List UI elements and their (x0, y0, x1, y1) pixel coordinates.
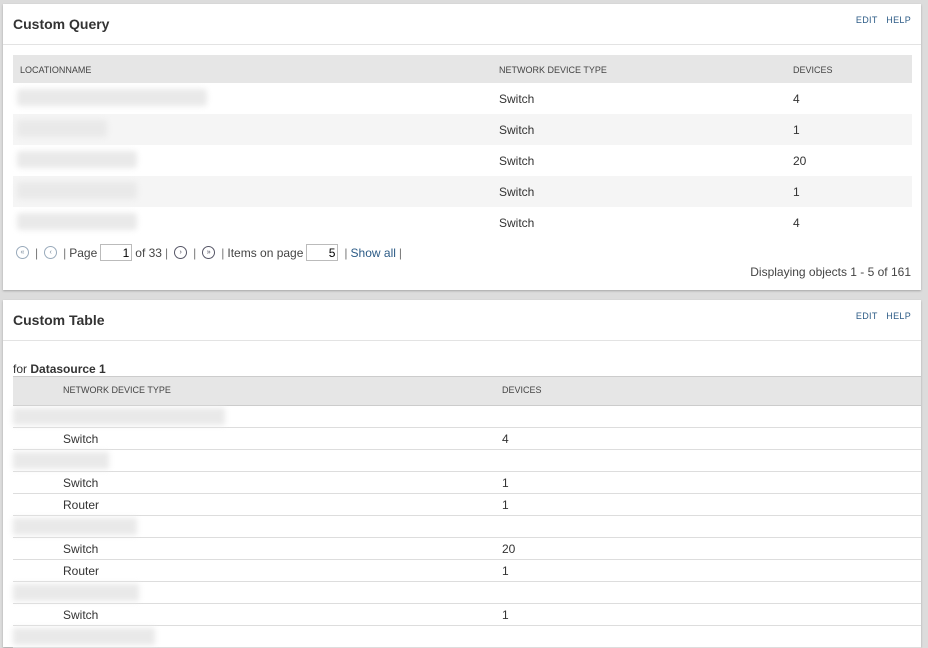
pager-separator: | (344, 245, 348, 260)
cell-device-type: Switch (499, 154, 535, 168)
cell-device-type: Router (63, 498, 100, 512)
for-label: for (13, 362, 28, 376)
column-header-network-device-type[interactable]: NETWORK DEVICE TYPE (63, 385, 171, 395)
custom-table: NETWORK DEVICE TYPE DEVICES Switch 4 Swi… (13, 376, 921, 648)
edit-link[interactable]: EDIT (856, 15, 878, 25)
redacted-location (17, 120, 107, 137)
panel-title: Custom Query (13, 16, 110, 32)
prev-page-icon[interactable]: ‹ (44, 246, 58, 259)
cell-devices: 1 (502, 608, 509, 622)
table-header: NETWORK DEVICE TYPE DEVICES (13, 376, 921, 406)
first-page-icon[interactable]: « (16, 246, 29, 259)
panel-links: EDIT HELP (850, 311, 911, 321)
group-row (13, 582, 921, 604)
cell-devices: 1 (793, 185, 800, 199)
cell-device-type: Router (63, 564, 100, 578)
table-header: LOCATIONNAME NETWORK DEVICE TYPE DEVICES (13, 55, 912, 83)
cell-device-type: Switch (63, 542, 99, 556)
redacted-location (13, 452, 109, 469)
pager-separator: | (63, 245, 67, 260)
redacted-location (13, 518, 137, 535)
items-on-page-label: Items on page (227, 245, 304, 260)
table-row: Switch 1 (13, 176, 912, 207)
group-row (13, 406, 921, 428)
column-header-locationname[interactable]: LOCATIONNAME (20, 65, 91, 75)
cell-devices: 4 (793, 92, 800, 106)
cell-devices: 1 (502, 498, 509, 512)
items-per-page-input[interactable] (306, 244, 339, 261)
cell-device-type: Switch (499, 123, 535, 137)
redacted-location (17, 213, 137, 230)
table-row: Switch 4 (13, 428, 921, 450)
table-row: Switch 20 (13, 145, 912, 176)
cell-devices: 1 (502, 476, 509, 490)
redacted-location (13, 584, 139, 601)
pager-separator: | (35, 245, 39, 260)
next-page-icon[interactable]: › (174, 246, 188, 259)
datasource-name: Datasource 1 (30, 362, 106, 376)
cell-device-type: Switch (63, 432, 99, 446)
custom-query-table: LOCATIONNAME NETWORK DEVICE TYPE DEVICES… (13, 55, 912, 238)
help-link[interactable]: HELP (886, 15, 911, 25)
cell-devices: 4 (502, 432, 509, 446)
page-label: Page (69, 245, 98, 260)
redacted-location (13, 408, 225, 425)
pager-separator: | (398, 245, 403, 260)
pager-separator: | (164, 245, 169, 260)
cell-devices: 4 (793, 216, 800, 230)
redacted-location (17, 182, 137, 199)
table-row: Router 1 (13, 494, 921, 516)
page-count-label: of 33 (135, 245, 162, 260)
custom-query-panel: Custom Query EDIT HELP LOCATIONNAME NETW… (3, 4, 921, 290)
cell-device-type: Switch (63, 476, 99, 490)
page-number-input[interactable] (100, 244, 133, 261)
table-row: Switch 1 (13, 114, 912, 145)
cell-device-type: Switch (499, 216, 535, 230)
cell-device-type: Switch (499, 185, 535, 199)
table-row: Switch 1 (13, 472, 921, 494)
redacted-location (13, 628, 155, 645)
custom-table-panel: Custom Table EDIT HELP for Datasource 1 … (3, 300, 921, 648)
cell-devices: 1 (793, 123, 800, 137)
cell-device-type: Switch (499, 92, 535, 106)
display-info: Displaying objects 1 - 5 of 161 (750, 265, 911, 279)
pager: « | ‹ | Page of 33 | › | » | Items on pa… (13, 244, 405, 261)
redacted-location (17, 151, 137, 168)
table-row: Switch 20 (13, 538, 921, 560)
pager-separator: | (193, 245, 197, 260)
table-row: Router 1 (13, 560, 921, 582)
panel-links: EDIT HELP (850, 15, 911, 25)
help-link[interactable]: HELP (886, 311, 911, 321)
table-row: Switch 4 (13, 207, 912, 238)
pager-separator: | (221, 245, 225, 260)
panel-header: Custom Table EDIT HELP (3, 300, 921, 341)
cell-devices: 20 (502, 542, 516, 556)
edit-link[interactable]: EDIT (856, 311, 878, 321)
group-row (13, 626, 921, 648)
group-row (13, 516, 921, 538)
panel-header: Custom Query EDIT HELP (3, 4, 921, 45)
cell-device-type: Switch (63, 608, 99, 622)
redacted-location (17, 89, 207, 106)
show-all-link[interactable]: Show all (351, 246, 396, 260)
cell-devices: 20 (793, 154, 807, 168)
column-header-devices[interactable]: DEVICES (793, 65, 833, 75)
column-header-devices[interactable]: DEVICES (502, 385, 542, 395)
column-header-network-device-type[interactable]: NETWORK DEVICE TYPE (499, 65, 607, 75)
panel-title: Custom Table (13, 312, 105, 328)
datasource-label: for Datasource 1 (13, 362, 106, 376)
group-row (13, 450, 921, 472)
table-row: Switch 1 (13, 604, 921, 626)
last-page-icon[interactable]: » (202, 246, 216, 259)
cell-devices: 1 (502, 564, 509, 578)
table-row: Switch 4 (13, 83, 912, 114)
